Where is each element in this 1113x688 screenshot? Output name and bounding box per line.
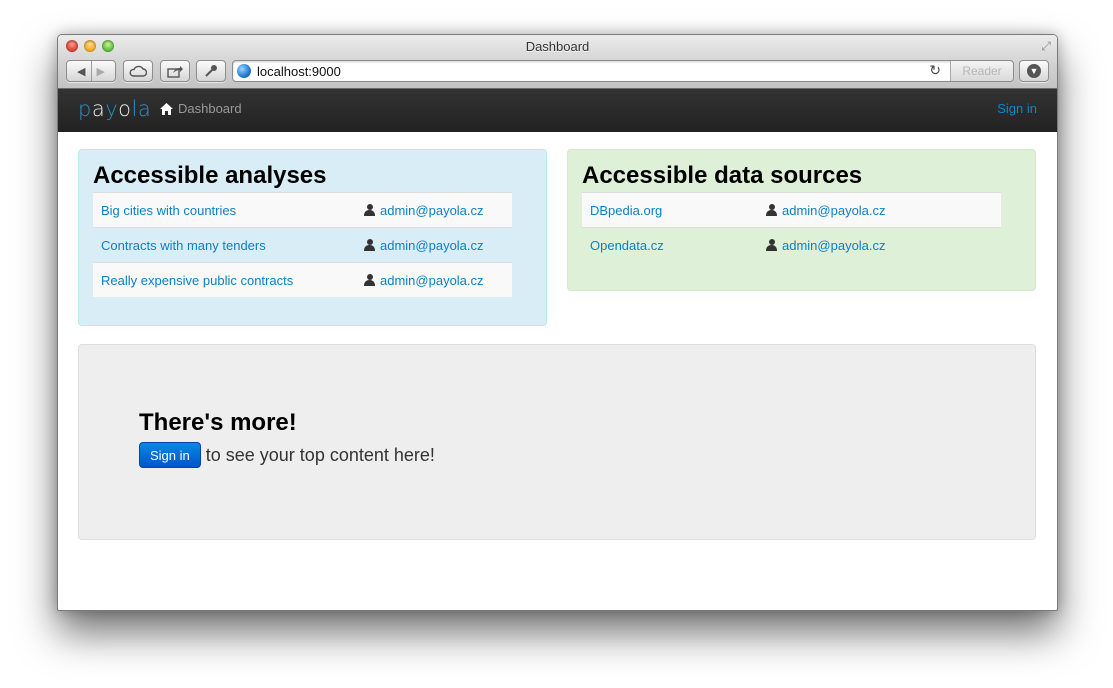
analyses-title: Accessible analyses [93, 162, 327, 189]
fullscreen-icon[interactable]: ⤢ [1039, 39, 1053, 53]
owner-link[interactable]: admin@payola.cz [380, 203, 484, 218]
hero-line: Sign in to see your top content here! [139, 442, 435, 468]
passwords-button[interactable] [196, 60, 226, 82]
hero-unit: There's more! Sign in to see your top co… [78, 344, 1036, 540]
reader-button[interactable]: Reader [950, 61, 1013, 81]
table-row: Contracts with many tenders admin@payola… [93, 227, 512, 263]
key-icon [205, 65, 217, 77]
reload-icon[interactable]: ↻ [929, 62, 941, 79]
cloud-icon [129, 65, 147, 77]
owner-link[interactable]: admin@payola.cz [782, 238, 886, 253]
owner-link[interactable]: admin@payola.cz [380, 238, 484, 253]
nav-signin-link[interactable]: Sign in [997, 101, 1037, 116]
user-icon [364, 203, 375, 216]
logo-part: la [131, 97, 152, 121]
logo-part: y [105, 97, 119, 121]
main-content: Accessible analyses Big cities with coun… [58, 132, 1057, 540]
navbar: payola Dashboard Sign in [58, 89, 1057, 132]
payola-logo[interactable]: payola [78, 97, 151, 121]
analyses-panel: Accessible analyses Big cities with coun… [78, 149, 547, 326]
icloud-tabs-button[interactable] [123, 60, 153, 82]
back-button[interactable]: ◀ [77, 65, 85, 78]
user-icon [364, 238, 375, 251]
analyses-table: Big cities with countries admin@payola.c… [93, 192, 512, 297]
address-input[interactable]: localhost:9000 [257, 64, 341, 79]
back-forward-buttons: ◀ ▶ [66, 60, 116, 82]
share-button[interactable] [160, 60, 190, 82]
analysis-link[interactable]: Really expensive public contracts [101, 273, 293, 288]
home-icon [160, 102, 173, 115]
logo-part: o [118, 97, 132, 121]
hero-title: There's more! [139, 409, 297, 436]
divider [90, 61, 92, 81]
window-title: Dashboard [525, 39, 590, 54]
logo-part: p [78, 97, 92, 121]
data-source-link[interactable]: DBpedia.org [590, 203, 662, 218]
user-icon [364, 273, 375, 286]
globe-icon [237, 64, 251, 78]
owner-link[interactable]: admin@payola.cz [782, 203, 886, 218]
analysis-link[interactable]: Big cities with countries [101, 203, 236, 218]
nav-dashboard-label: Dashboard [178, 101, 242, 116]
table-row: Big cities with countries admin@payola.c… [93, 192, 512, 228]
table-row: Really expensive public contracts admin@… [93, 262, 512, 297]
user-icon [766, 238, 777, 251]
table-row: Opendata.cz admin@payola.cz [582, 227, 1001, 262]
browser-window: Dashboard ⤢ ◀ ▶ localhost:9000 ↻ Reader … [57, 34, 1058, 611]
logo-part: a [91, 97, 106, 121]
nav-dashboard-link[interactable]: Dashboard [160, 101, 242, 116]
hero-text: to see your top content here! [205, 444, 435, 465]
browser-toolbar: Dashboard ⤢ ◀ ▶ localhost:9000 ↻ Reader … [58, 35, 1057, 89]
signin-button[interactable]: Sign in [139, 442, 201, 468]
analysis-link[interactable]: Contracts with many tenders [101, 238, 266, 253]
share-icon [167, 65, 183, 78]
table-row: DBpedia.org admin@payola.cz [582, 192, 1001, 228]
address-bar[interactable]: localhost:9000 ↻ Reader [232, 60, 1014, 82]
downloads-button[interactable]: ▼ [1019, 60, 1049, 82]
data-sources-table: DBpedia.org admin@payola.cz Opendata.cz … [582, 192, 1001, 262]
owner-link[interactable]: admin@payola.cz [380, 273, 484, 288]
forward-button[interactable]: ▶ [97, 65, 105, 78]
data-sources-title: Accessible data sources [582, 162, 863, 189]
data-sources-panel: Accessible data sources DBpedia.org admi… [567, 149, 1036, 291]
download-icon: ▼ [1027, 64, 1041, 78]
user-icon [766, 203, 777, 216]
data-source-link[interactable]: Opendata.cz [590, 238, 664, 253]
